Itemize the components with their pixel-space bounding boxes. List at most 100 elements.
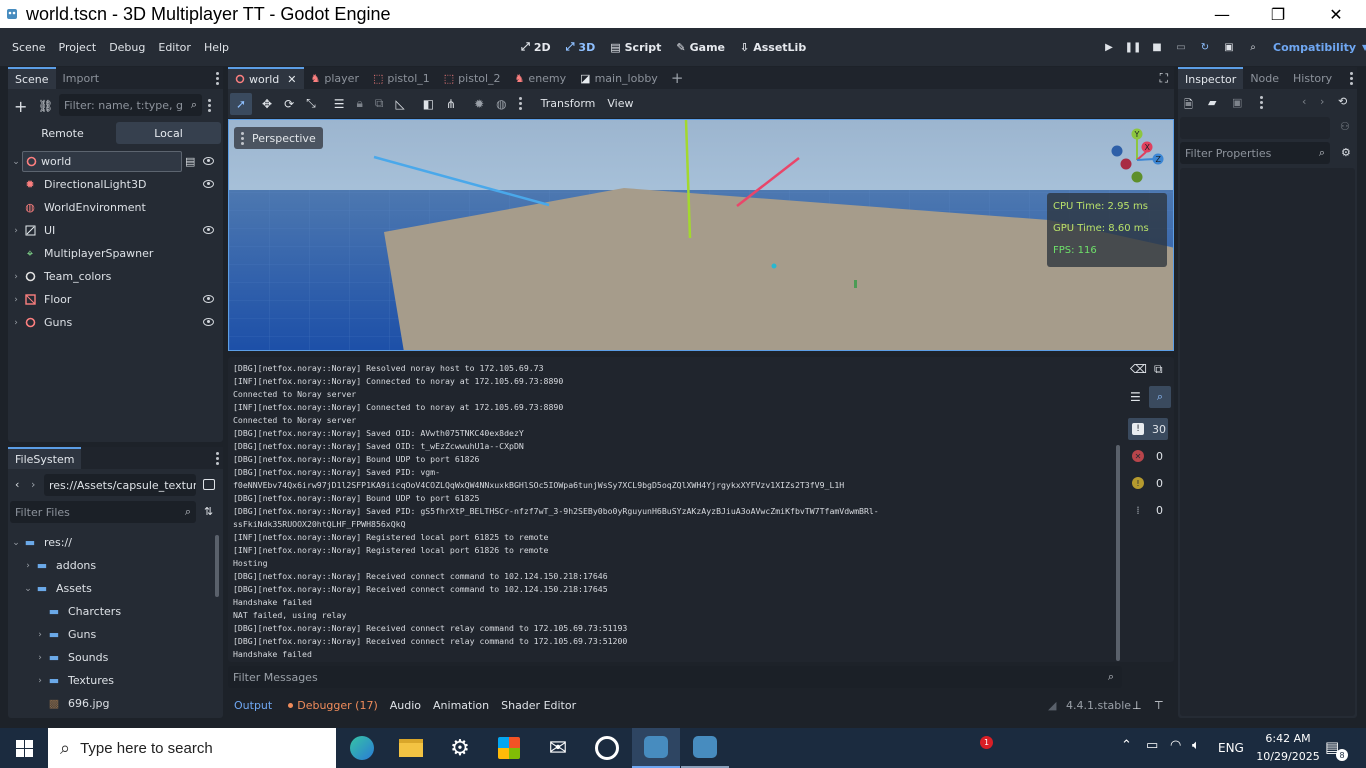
workspace-game-button[interactable]: ✎ Game — [676, 41, 725, 54]
tree-node-guns[interactable]: › Guns — [10, 311, 220, 334]
workspace-2d-button[interactable]: ⤢ 2D — [521, 40, 551, 54]
scale-tool-icon[interactable]: ⤡ — [306, 96, 316, 111]
tree-node-floor[interactable]: › Floor — [10, 288, 220, 311]
output-log[interactable]: [DBG][netfox.noray::Noray] Resolved nora… — [233, 362, 1117, 662]
history-forward-icon[interactable]: › — [1320, 95, 1324, 108]
tab-scene[interactable]: Scene — [8, 67, 56, 89]
tab-shader-editor[interactable]: Shader Editor — [501, 699, 576, 712]
battery-icon[interactable]: ▭ — [1146, 738, 1158, 753]
scene-filter-input[interactable]: Filter: name, t:type, g:gr ⌕ — [59, 94, 202, 116]
taskbar-app-obs[interactable] — [583, 728, 631, 768]
tree-node-world[interactable]: ⌄ world ▤ — [10, 150, 220, 173]
open-resource-icon[interactable]: ▰ — [1208, 96, 1216, 109]
split-mode-icon[interactable] — [203, 479, 215, 490]
chevron-right-icon[interactable]: › — [22, 561, 34, 571]
tree-node-multiplayerspawner[interactable]: ⌖ MultiplayerSpawner — [10, 242, 220, 265]
start-button[interactable] — [0, 728, 48, 768]
expand-panel-icon[interactable]: ⊤ — [1154, 699, 1164, 712]
workspace-assetlib-button[interactable]: ⇩ AssetLib — [740, 41, 806, 54]
remote-button[interactable]: Remote — [10, 122, 115, 144]
inspector-settings-icon[interactable]: ⚙︎ — [1341, 146, 1351, 159]
taskbar-app-godot-editor[interactable] — [632, 728, 680, 768]
clock-date[interactable]: 10/29/2025 — [1250, 750, 1326, 763]
taskbar-app-mail[interactable]: ✉ — [534, 728, 582, 768]
chevron-down-icon[interactable]: ⌄ — [10, 157, 22, 167]
object-properties-icon[interactable]: ⚇ — [1340, 120, 1350, 133]
toolbar-more-icon[interactable] — [518, 96, 523, 111]
stop-icon[interactable]: ■ — [1148, 38, 1166, 56]
renderer-select[interactable]: Compatibility ▼ — [1273, 28, 1366, 66]
tab-inspector[interactable]: Inspector — [1178, 67, 1244, 89]
play-custom-icon[interactable]: ⌕ — [1244, 38, 1262, 56]
fs-item-textures[interactable]: › ▬ Textures — [34, 669, 244, 692]
filter-warnings-toggle[interactable]: ! 0 — [1128, 472, 1168, 494]
menu-debug[interactable]: Debug — [109, 41, 145, 54]
output-scrollbar[interactable] — [1116, 445, 1120, 661]
view-menu[interactable]: View — [607, 97, 633, 110]
rotate-tool-icon[interactable]: ⟳ — [284, 97, 294, 111]
taskbar-app-edge[interactable] — [338, 728, 386, 768]
chevron-right-icon[interactable]: › — [34, 630, 46, 640]
filter-messages-input[interactable]: Filter Messages ⌕ — [228, 666, 1122, 688]
resource-menu-icon[interactable] — [1260, 96, 1264, 110]
move-tool-icon[interactable]: ✥ — [262, 97, 272, 111]
pin-icon[interactable]: ⊥ — [1132, 699, 1142, 712]
search-output-icon[interactable]: ⌕ — [1149, 386, 1171, 408]
script-icon[interactable]: ▤ — [185, 155, 195, 168]
save-resource-icon[interactable]: ▣ — [1232, 96, 1242, 109]
taskbar-app-explorer[interactable] — [387, 728, 435, 768]
scene-tab-world[interactable]: world ✕ — [228, 67, 304, 89]
back-icon[interactable]: ‹ — [15, 478, 19, 491]
list-select-icon[interactable]: ☰ — [334, 97, 345, 111]
play-icon[interactable]: ▶ — [1100, 38, 1118, 56]
filter-properties-input[interactable]: Filter Properties ⌕ — [1180, 142, 1330, 164]
ruler-icon[interactable]: ◺ — [395, 97, 404, 111]
history-back-icon[interactable]: ‹ — [1302, 95, 1306, 108]
tree-node-ui[interactable]: › UI — [10, 219, 220, 242]
link-icon[interactable]: ⛓ — [38, 99, 53, 113]
scene-tab-pistol-2[interactable]: ⬚ pistol_2 — [437, 67, 508, 89]
tree-node-team-colors[interactable]: › Team_colors — [10, 265, 220, 288]
add-tab-icon[interactable]: + — [671, 69, 684, 87]
3d-viewport[interactable]: Perspective CPU Time: 2.95 ms GPU Time: … — [228, 119, 1174, 351]
fs-item-addons[interactable]: › ▬ addons — [22, 554, 232, 577]
visibility-icon[interactable] — [203, 318, 214, 326]
menu-help[interactable]: Help — [204, 41, 229, 54]
volume-icon[interactable]: 🔈︎ — [1192, 738, 1200, 753]
tab-node[interactable]: Node — [1243, 67, 1286, 89]
scene-options-icon[interactable] — [208, 99, 212, 113]
chevron-down-icon[interactable]: ⌄ — [22, 584, 34, 594]
clear-output-icon[interactable]: ⌫ — [1130, 362, 1147, 376]
scene-tab-enemy[interactable]: ♞ enemy — [508, 67, 574, 89]
fs-item-sounds[interactable]: › ▬ Sounds — [34, 646, 244, 669]
local-space-icon[interactable]: ◧ — [423, 97, 434, 111]
copy-output-icon[interactable]: ⧉ — [1154, 362, 1163, 377]
maximize-button[interactable]: ❐ — [1255, 0, 1301, 28]
reload-icon[interactable]: ↻ — [1196, 38, 1214, 56]
remote-debug-icon[interactable]: ▭ — [1172, 38, 1190, 56]
wifi-icon[interactable]: ◠ — [1170, 738, 1181, 753]
workspace-script-button[interactable]: ▤ Script — [610, 41, 661, 54]
close-window-button[interactable]: ✕ — [1313, 0, 1359, 28]
forward-icon[interactable]: › — [31, 478, 35, 491]
visibility-icon[interactable] — [203, 180, 214, 188]
local-button[interactable]: Local — [116, 122, 221, 144]
show-hidden-icons-icon[interactable]: ⌃ — [1121, 738, 1132, 753]
taskbar-search-box[interactable]: ⌕ Type here to search — [48, 728, 336, 768]
transform-menu[interactable]: Transform — [541, 97, 596, 110]
tab-audio[interactable]: Audio — [390, 699, 421, 712]
visibility-icon[interactable] — [203, 226, 214, 234]
sort-icon[interactable]: ⇅ — [204, 505, 213, 518]
tab-filesystem[interactable]: FileSystem — [8, 447, 82, 469]
fs-item-charcters[interactable]: ▬ Charcters — [34, 600, 244, 623]
view-gizmo[interactable]: Y X Z — [1109, 126, 1165, 184]
environment-preview-icon[interactable]: ◍ — [496, 97, 506, 111]
collapse-output-icon[interactable]: ☰ — [1130, 390, 1141, 404]
visibility-icon[interactable] — [203, 157, 214, 165]
fs-item-assets[interactable]: ⌄ ▬ Assets — [22, 577, 232, 600]
filter-files-input[interactable]: Filter Files ⌕ — [10, 501, 196, 523]
new-resource-icon[interactable]: 🗎︎ — [1184, 96, 1193, 115]
chevron-right-icon[interactable]: › — [10, 272, 22, 282]
menu-project[interactable]: Project — [59, 41, 97, 54]
lock-icon[interactable]: 🔒︎ — [357, 96, 363, 111]
